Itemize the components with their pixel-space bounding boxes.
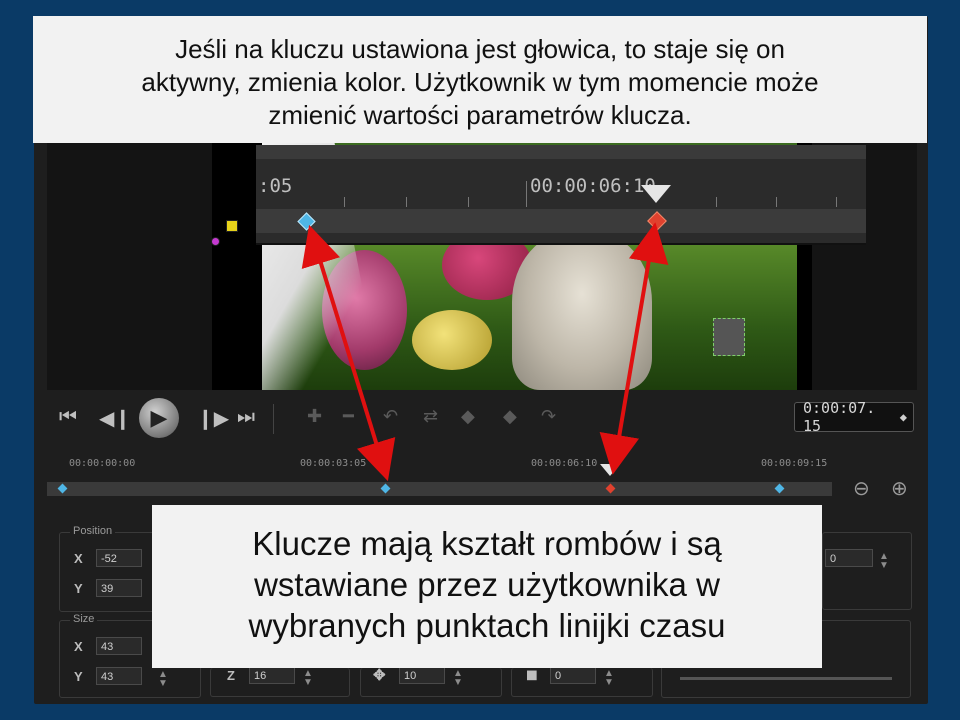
callout-top-line: Jeśli na kluczu ustawiona jest głowica, … [175,34,785,64]
callout-top: Jeśli na kluczu ustawiona jest głowica, … [33,16,927,143]
callout-bottom: Klucze mają kształt rombów i są wstawian… [152,505,822,668]
callout-bottom-line: wstawiane przez użytkownika w [254,566,720,603]
callout-bottom-line: Klucze mają kształt rombów i są [252,525,722,562]
callout-bottom-line: wybranych punktach linijki czasu [248,607,726,644]
callout-top-line: zmienić wartości parametrów klucza. [268,100,692,130]
arrow-left [301,224,396,482]
arrow-right [599,222,669,475]
callout-top-line: aktywny, zmienia kolor. Użytkownik w tym… [141,67,819,97]
